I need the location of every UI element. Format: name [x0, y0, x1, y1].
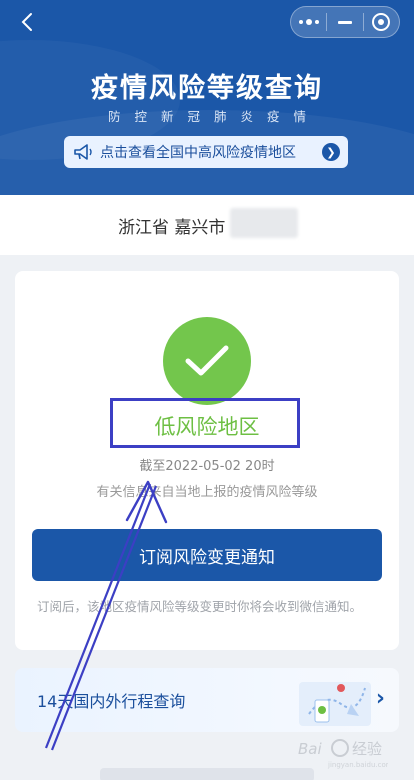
notice-text: 点击查看全国中高风险疫情地区	[100, 145, 296, 161]
trip-query-entry[interactable]: 14天国内外行程查询 ›	[15, 668, 399, 732]
minus-icon	[337, 20, 352, 24]
subscribe-button[interactable]: 订阅风险变更通知	[32, 529, 382, 581]
location-bar[interactable]: 浙江省 嘉兴市	[0, 195, 414, 255]
more-button[interactable]	[291, 7, 326, 37]
page-subtitle: 防控新冠肺炎疫情	[107, 109, 320, 124]
back-button[interactable]	[18, 10, 42, 34]
svg-text:Bai: Bai	[298, 740, 322, 758]
risk-result-card: 低风险地区 截至2022-05-02 20时 有关信息来自当地上报的疫情风险等级…	[15, 271, 399, 650]
trip-query-label: 14天国内外行程查询	[37, 692, 186, 711]
more-icon	[298, 19, 319, 25]
page-title: 疫情风险等级查询	[91, 73, 323, 104]
map-route-icon	[299, 682, 371, 726]
mini-program-capsule	[290, 6, 400, 38]
as-of-time: 截至2022-05-02 20时	[139, 459, 275, 474]
annotation-highlight-box	[110, 398, 300, 448]
location-text: 浙江省 嘉兴市	[118, 218, 226, 238]
next-section-peek	[100, 768, 314, 780]
svg-text:经验: 经验	[352, 740, 382, 758]
close-circle-icon	[372, 13, 391, 31]
megaphone-icon	[74, 144, 92, 160]
data-source-note: 有关信息来自当地上报的疫情风险等级	[96, 485, 318, 500]
close-button[interactable]	[364, 7, 399, 37]
header-banner: 疫情风险等级查询 防控新冠肺炎疫情 点击查看全国中高风险疫情地区 ❯	[0, 0, 414, 195]
subscribe-note: 订阅后，该地区疫情风险等级变更时你将会收到微信通知。	[37, 599, 363, 614]
chevron-left-icon	[21, 13, 32, 31]
high-risk-areas-link[interactable]: 点击查看全国中高风险疫情地区 ❯	[64, 136, 348, 168]
check-icon	[163, 317, 251, 405]
chevron-right-icon: ›	[375, 686, 385, 711]
svg-text:jingyan.baidu.com: jingyan.baidu.com	[327, 761, 388, 769]
minimize-button[interactable]	[327, 7, 362, 37]
baidu-jingyan-watermark: Bai 经验 jingyan.baidu.com	[298, 739, 388, 769]
blurred-district	[230, 208, 298, 238]
chevron-right-icon: ❯	[322, 143, 340, 161]
